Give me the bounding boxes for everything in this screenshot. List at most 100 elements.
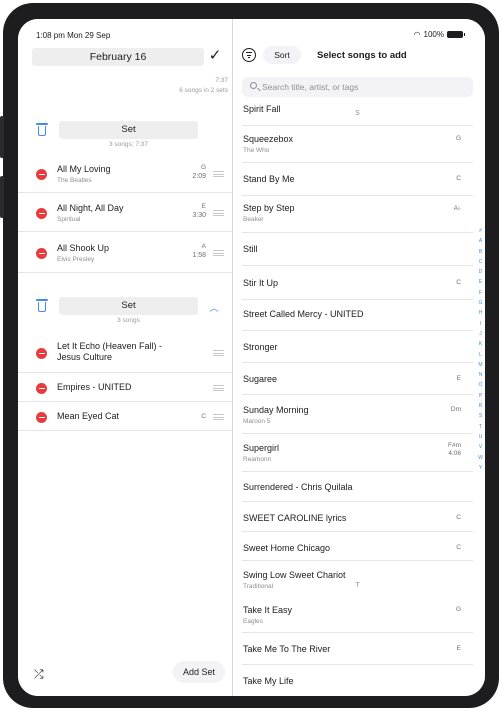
trash-icon[interactable]	[36, 123, 48, 137]
index-letter[interactable]: E	[476, 277, 485, 287]
song-key: C	[456, 175, 461, 182]
trash-icon[interactable]	[36, 299, 48, 313]
index-letter[interactable]: F	[476, 288, 485, 298]
song-key: A	[201, 243, 206, 250]
song-key: Dm	[450, 406, 461, 413]
index-letter[interactable]: A	[476, 236, 485, 246]
index-letter[interactable]: D	[476, 267, 485, 277]
song-list-item[interactable]: Still	[242, 234, 473, 266]
song-duration: 2:09	[192, 173, 206, 180]
song-list-item[interactable]: Take Me To The River E	[242, 634, 473, 665]
song-key: C	[456, 544, 461, 551]
set-song-row[interactable]: All My Loving The Beatles G 2:09	[18, 155, 232, 193]
search-input[interactable]	[262, 77, 467, 97]
song-artist: Beaker	[243, 216, 264, 223]
set-song-row[interactable]: Mean Eyed Cat C	[18, 403, 232, 431]
set-song-row[interactable]: All Night, All Day Spiritual E 3:30	[18, 194, 232, 232]
set-song-row[interactable]: All Shook Up Elvis Presley A 1:58	[18, 233, 232, 273]
song-list-item[interactable]: Sugaree E	[242, 364, 473, 395]
delete-icon[interactable]	[36, 383, 47, 394]
shuffle-icon[interactable]: ⤮	[34, 667, 44, 682]
index-letter[interactable]: C	[476, 257, 485, 267]
index-letter[interactable]: P	[476, 391, 485, 401]
battery-percent: 100%	[423, 30, 444, 39]
index-letter[interactable]: T	[476, 422, 485, 432]
song-list-item[interactable]: Squeezebox The Who G	[242, 127, 473, 163]
set-subtitle: 3 songs; 7:37	[108, 141, 149, 148]
song-list-item[interactable]: Supergirl Reamonn F#m 4:06	[242, 435, 473, 472]
song-key: A♭	[453, 205, 461, 212]
song-list-item[interactable]: Take My Life	[242, 666, 473, 696]
index-letter[interactable]: S	[476, 411, 485, 421]
drag-handle-icon[interactable]	[213, 414, 224, 420]
add-set-button[interactable]: Add Set	[173, 661, 225, 683]
index-letter[interactable]: G	[476, 298, 485, 308]
song-title: Squeezebox	[243, 134, 294, 144]
index-letter[interactable]: B	[476, 247, 485, 257]
song-list-item[interactable]: Sunday Morning Maroon 5 Dm	[242, 396, 473, 434]
song-list-item[interactable]: Surrendered - Chris Quilala	[242, 473, 473, 502]
delete-icon[interactable]	[36, 248, 47, 259]
section-header-s: S	[355, 110, 360, 117]
index-letter[interactable]: U	[476, 432, 485, 442]
search-icon	[250, 82, 257, 89]
index-letter[interactable]: I	[476, 319, 485, 329]
song-key: G	[455, 135, 461, 142]
song-title: All My Loving	[57, 164, 111, 174]
sort-button[interactable]: Sort	[263, 46, 301, 64]
song-duration: 3:30	[192, 212, 206, 219]
song-title: Sunday Morning	[243, 405, 309, 415]
song-key: E	[201, 203, 206, 210]
index-letter[interactable]: W	[476, 453, 485, 463]
index-letter[interactable]: L	[476, 350, 485, 360]
index-letter[interactable]: N	[476, 370, 485, 380]
search-bar[interactable]	[242, 77, 473, 97]
index-letter[interactable]: K	[476, 339, 485, 349]
song-key: G	[455, 606, 461, 613]
drag-handle-icon[interactable]	[213, 250, 224, 256]
set-name-field[interactable]: Set	[59, 297, 198, 315]
set-song-row[interactable]: Empires - UNITED	[18, 374, 232, 402]
song-list-item[interactable]: Sweet Home Chicago C	[242, 533, 473, 561]
song-title: All Shook Up	[57, 243, 110, 253]
delete-icon[interactable]	[36, 412, 47, 423]
song-title: SWEET CAROLINE lyrics	[243, 513, 347, 523]
index-letter[interactable]: O	[476, 380, 485, 390]
drag-handle-icon[interactable]	[213, 210, 224, 216]
chevron-up-icon[interactable]: ︿	[208, 301, 220, 314]
index-letter[interactable]: V	[476, 442, 485, 452]
status-time: 1:08 pm Mon 29 Sep	[36, 31, 111, 40]
song-list-item[interactable]: Stir It Up C	[242, 267, 473, 300]
delete-icon[interactable]	[36, 348, 47, 359]
song-title: Take It Easy	[243, 605, 293, 615]
delete-icon[interactable]	[36, 169, 47, 180]
index-letter[interactable]: Y	[476, 463, 485, 473]
song-title: Street Called Mercy - UNITED	[243, 309, 364, 319]
filter-icon[interactable]	[242, 48, 256, 62]
song-title: Sweet Home Chicago	[243, 543, 331, 553]
song-key: C	[456, 279, 461, 286]
song-list-item[interactable]: SWEET CAROLINE lyrics C	[242, 503, 473, 532]
setlist-title[interactable]: February 16	[32, 48, 204, 66]
index-letter[interactable]: H	[476, 308, 485, 318]
song-list-item[interactable]: Step by Step Beaker A♭	[242, 197, 473, 233]
index-letter[interactable]: J	[476, 329, 485, 339]
alphabet-index[interactable]: # A B C D E F G H I J K L M N O P R S T U V W Y	[476, 226, 485, 473]
device-screen: February 16 ✓ 7:37 6 songs in 2 sets Set…	[18, 19, 485, 696]
set-name-field[interactable]: Set	[59, 121, 198, 139]
index-letter[interactable]: R	[476, 401, 485, 411]
song-list-item[interactable]: Street Called Mercy - UNITED	[242, 301, 473, 331]
drag-handle-icon[interactable]	[213, 171, 224, 177]
song-list-item[interactable]: Stand By Me C	[242, 164, 473, 196]
drag-handle-icon[interactable]	[213, 385, 224, 391]
done-checkmark-icon[interactable]: ✓	[204, 45, 226, 67]
index-letter[interactable]: M	[476, 360, 485, 370]
index-letter[interactable]: #	[476, 226, 485, 236]
song-list-item[interactable]: Take It Easy Eagles G	[242, 595, 473, 633]
drag-handle-icon[interactable]	[213, 350, 224, 356]
song-title: Still	[243, 244, 258, 254]
set-song-row[interactable]: Let It Echo (Heaven Fall) - Jesus Cultur…	[18, 333, 232, 373]
song-list-item[interactable]: Stronger	[242, 332, 473, 363]
setlist-total-time: 7:37	[215, 77, 228, 84]
delete-icon[interactable]	[36, 208, 47, 219]
